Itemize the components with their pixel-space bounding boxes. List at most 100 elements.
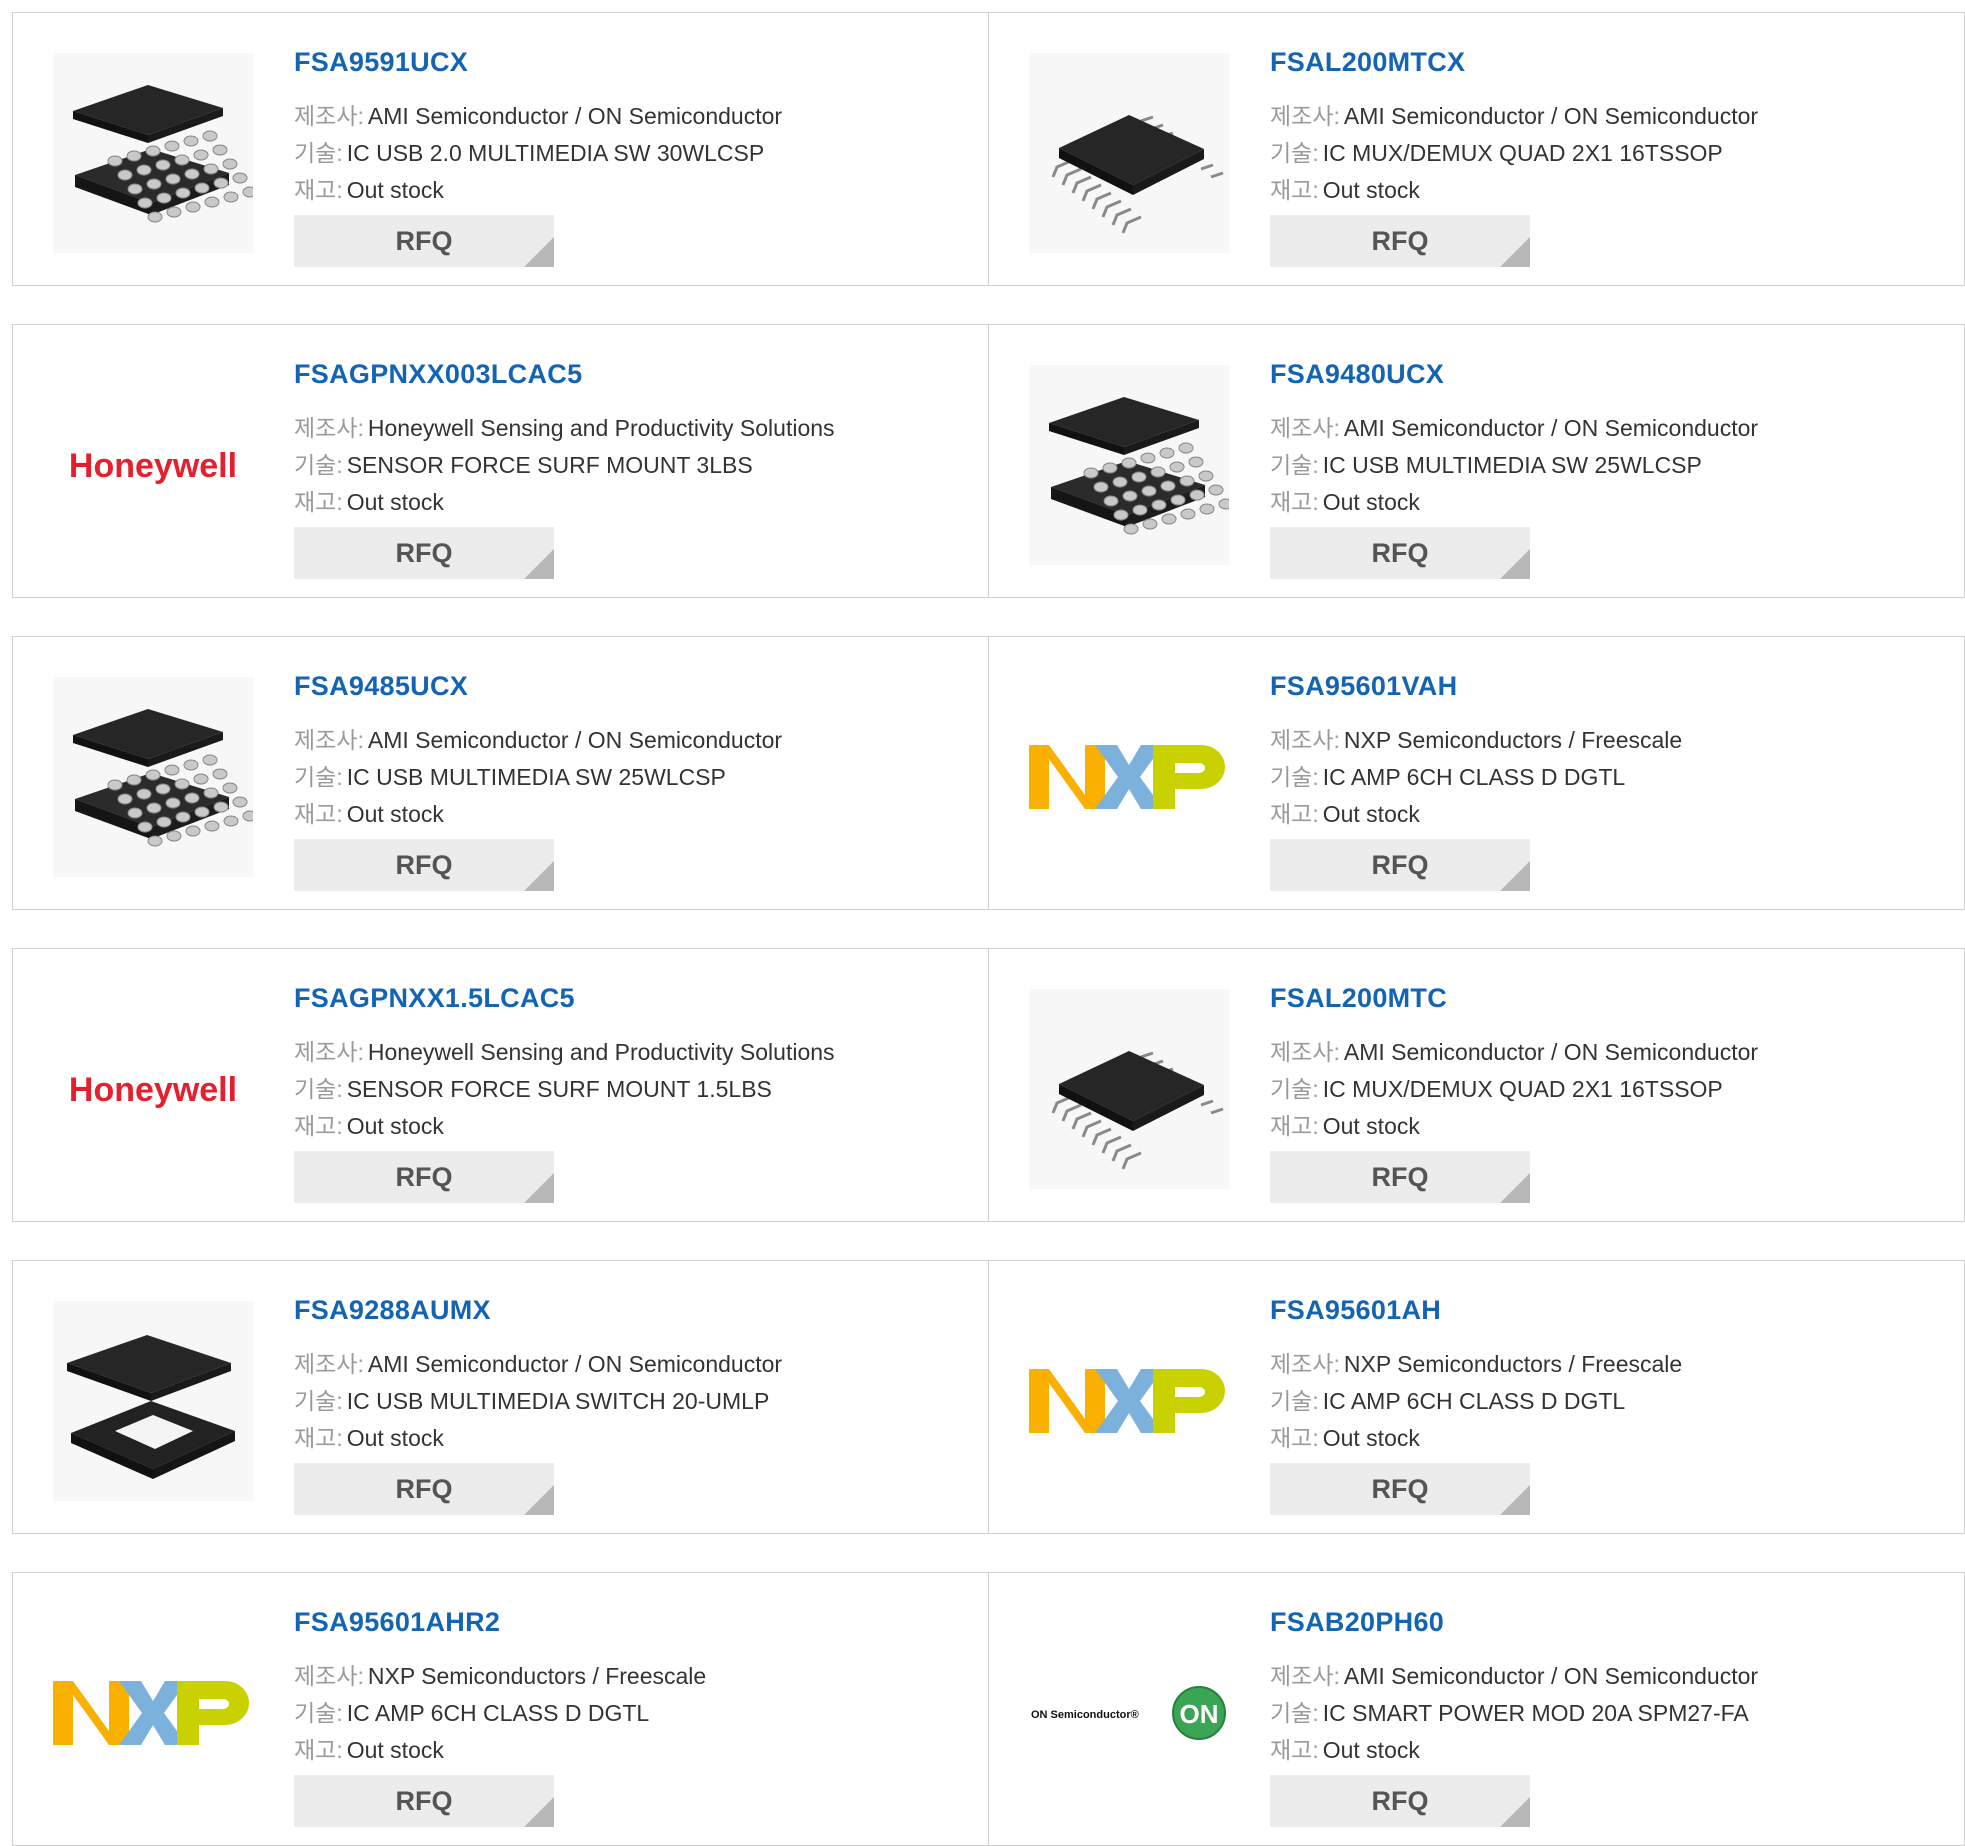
nxp-logo	[53, 1681, 249, 1745]
product-image[interactable]	[53, 677, 253, 877]
manufacturer-label: 제조사:	[294, 415, 364, 441]
part-number-link[interactable]: FSA9288AUMX	[294, 1295, 491, 1326]
tssop-chip-icon	[1029, 53, 1229, 253]
honeywell-logo: Honeywell	[69, 1071, 237, 1109]
description-line: 기술: IC USB MULTIMEDIA SW 25WLCSP	[1270, 446, 1702, 480]
rfq-label: RFQ	[1371, 1161, 1429, 1192]
honeywell-logo: Honeywell	[69, 447, 237, 485]
stock-value: Out stock	[1322, 1425, 1420, 1451]
on-semiconductor-logo: ON Semiconductor® ON	[1031, 1686, 1226, 1740]
manufacturer-label: 제조사:	[294, 727, 364, 753]
description-label: 기술:	[1270, 764, 1319, 790]
part-number-link[interactable]: FSA95601AHR2	[294, 1607, 500, 1638]
stock-label: 재고:	[294, 1113, 343, 1139]
description-value: IC AMP 6CH CLASS D DGTL	[1322, 1388, 1626, 1414]
description-value: IC AMP 6CH CLASS D DGTL	[346, 1700, 650, 1726]
rfq-label: RFQ	[395, 225, 453, 256]
description-label: 기술:	[294, 452, 343, 478]
description-value: IC USB MULTIMEDIA SWITCH 20-UMLP	[346, 1388, 770, 1414]
manufacturer-line: 제조사: AMI Semiconductor / ON Semiconductor	[294, 97, 782, 131]
part-number-link[interactable]: FSA9480UCX	[1270, 359, 1444, 390]
product-image[interactable]	[1029, 989, 1229, 1189]
rfq-button[interactable]: RFQ	[294, 1151, 554, 1203]
product-row: Honeywell FSAGPNXX1.5LCAC5 제조사: Honeywell…	[12, 948, 1965, 1222]
rfq-button[interactable]: RFQ	[294, 527, 554, 579]
product-card: ON Semiconductor® ON FSAB20PH60 제조사: AMI …	[989, 1572, 1965, 1846]
rfq-corner-decoration	[524, 861, 554, 891]
stock-value: Out stock	[346, 489, 444, 515]
rfq-button[interactable]: RFQ	[1270, 1151, 1530, 1203]
part-number-link[interactable]: FSA95601AH	[1270, 1295, 1441, 1326]
stock-value: Out stock	[1322, 1737, 1420, 1763]
product-image[interactable]	[1029, 365, 1229, 565]
manufacturer-line: 제조사: AMI Semiconductor / ON Semiconductor	[1270, 97, 1758, 131]
rfq-label: RFQ	[395, 1161, 453, 1192]
manufacturer-label: 제조사:	[1270, 1351, 1340, 1377]
product-image[interactable]	[1029, 1301, 1229, 1501]
rfq-button[interactable]: RFQ	[1270, 527, 1530, 579]
description-value: IC USB MULTIMEDIA SW 25WLCSP	[346, 764, 726, 790]
rfq-label: RFQ	[1371, 849, 1429, 880]
rfq-button[interactable]: RFQ	[1270, 1463, 1530, 1515]
part-number-link[interactable]: FSAGPNXX003LCAC5	[294, 359, 582, 390]
product-image[interactable]	[53, 1613, 253, 1813]
description-value: IC MUX/DEMUX QUAD 2X1 16TSSOP	[1322, 140, 1723, 166]
part-number-link[interactable]: FSA95601VAH	[1270, 671, 1457, 702]
part-number-link[interactable]: FSA9591UCX	[294, 47, 468, 78]
rfq-button[interactable]: RFQ	[294, 839, 554, 891]
rfq-label: RFQ	[1371, 1785, 1429, 1816]
product-image[interactable]	[1029, 53, 1229, 253]
rfq-button[interactable]: RFQ	[1270, 839, 1530, 891]
stock-line: 재고: Out stock	[1270, 1107, 1420, 1141]
stock-label: 재고:	[294, 489, 343, 515]
manufacturer-value: AMI Semiconductor / ON Semiconductor	[367, 103, 783, 129]
rfq-corner-decoration	[524, 549, 554, 579]
rfq-corner-decoration	[524, 1485, 554, 1515]
rfq-button[interactable]: RFQ	[294, 1775, 554, 1827]
product-card: FSA95601AHR2 제조사: NXP Semiconductors / Fr…	[12, 1572, 989, 1846]
stock-value: Out stock	[346, 177, 444, 203]
product-card: Honeywell FSAGPNXX1.5LCAC5 제조사: Honeywell…	[12, 948, 989, 1222]
stock-line: 재고: Out stock	[294, 171, 444, 205]
part-number-link[interactable]: FSAL200MTCX	[1270, 47, 1465, 78]
stock-line: 재고: Out stock	[1270, 1419, 1420, 1453]
stock-label: 재고:	[1270, 1737, 1319, 1763]
rfq-button[interactable]: RFQ	[294, 215, 554, 267]
rfq-label: RFQ	[1371, 537, 1429, 568]
manufacturer-label: 제조사:	[294, 1663, 364, 1689]
description-value: IC USB 2.0 MULTIMEDIA SW 30WLCSP	[346, 140, 765, 166]
description-label: 기술:	[1270, 1388, 1319, 1414]
manufacturer-value: NXP Semiconductors / Freescale	[367, 1663, 707, 1689]
part-number-link[interactable]: FSAB20PH60	[1270, 1607, 1444, 1638]
description-line: 기술: IC MUX/DEMUX QUAD 2X1 16TSSOP	[1270, 1070, 1723, 1104]
rfq-button[interactable]: RFQ	[1270, 215, 1530, 267]
product-card: FSA95601VAH 제조사: NXP Semiconductors / Fre…	[989, 636, 1965, 910]
description-line: 기술: IC SMART POWER MOD 20A SPM27-FA	[1270, 1694, 1749, 1728]
rfq-button[interactable]: RFQ	[294, 1463, 554, 1515]
rfq-button[interactable]: RFQ	[1270, 1775, 1530, 1827]
manufacturer-line: 제조사: AMI Semiconductor / ON Semiconductor	[1270, 409, 1758, 443]
bga-chip-icon	[53, 53, 253, 253]
description-value: IC MUX/DEMUX QUAD 2X1 16TSSOP	[1322, 1076, 1723, 1102]
part-number-link[interactable]: FSAL200MTC	[1270, 983, 1447, 1014]
manufacturer-line: 제조사: NXP Semiconductors / Freescale	[294, 1657, 706, 1691]
manufacturer-line: 제조사: AMI Semiconductor / ON Semiconductor	[294, 721, 782, 755]
product-image[interactable]: Honeywell	[53, 365, 253, 565]
stock-value: Out stock	[1322, 1113, 1420, 1139]
description-label: 기술:	[1270, 140, 1319, 166]
stock-value: Out stock	[346, 1113, 444, 1139]
product-image[interactable]	[53, 1301, 253, 1501]
product-image[interactable]: Honeywell	[53, 989, 253, 1189]
product-image[interactable]	[53, 53, 253, 253]
product-card: FSA9591UCX 제조사: AMI Semiconductor / ON Se…	[12, 12, 989, 286]
rfq-corner-decoration	[1500, 861, 1530, 891]
part-number-link[interactable]: FSAGPNXX1.5LCAC5	[294, 983, 575, 1014]
manufacturer-line: 제조사: Honeywell Sensing and Productivity S…	[294, 409, 835, 443]
product-image[interactable]	[1029, 677, 1229, 877]
part-number-link[interactable]: FSA9485UCX	[294, 671, 468, 702]
stock-value: Out stock	[346, 1737, 444, 1763]
product-image[interactable]: ON Semiconductor® ON	[1029, 1613, 1229, 1813]
manufacturer-value: AMI Semiconductor / ON Semiconductor	[1343, 415, 1759, 441]
manufacturer-value: AMI Semiconductor / ON Semiconductor	[367, 727, 783, 753]
description-line: 기술: IC USB MULTIMEDIA SW 25WLCSP	[294, 758, 726, 792]
